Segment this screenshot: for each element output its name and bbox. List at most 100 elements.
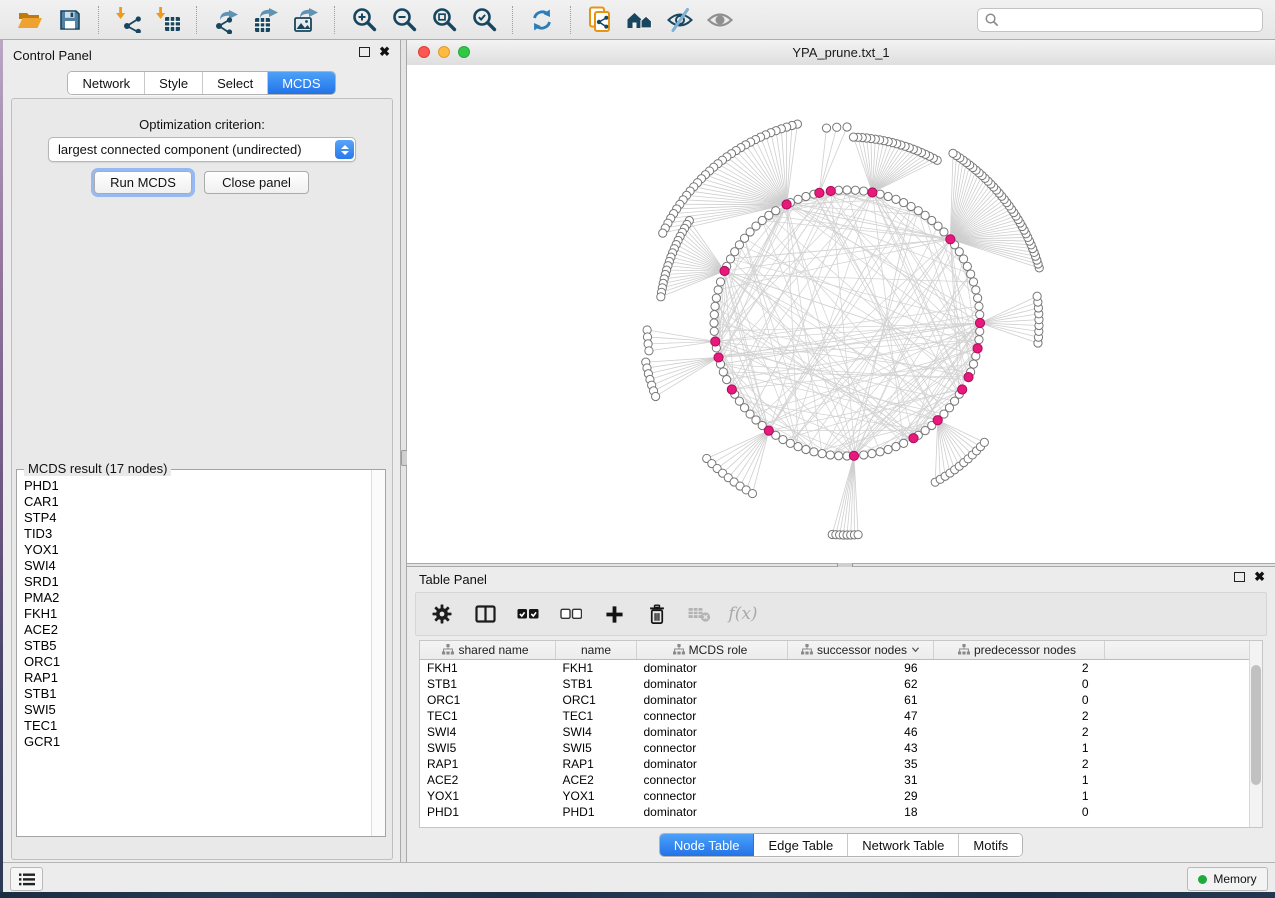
scrollbar-thumb[interactable] <box>1251 665 1261 785</box>
column-header[interactable]: shared name <box>420 641 556 660</box>
mcds-node[interactable] <box>826 186 835 195</box>
table-row[interactable]: PHD1PHD1dominator180 <box>420 804 1262 820</box>
export-network-button[interactable] <box>211 5 241 35</box>
tab-select[interactable]: Select <box>203 72 268 94</box>
table-row[interactable]: STB1STB1dominator620 <box>420 676 1262 692</box>
table-row[interactable]: SWI4SWI4dominator462 <box>420 724 1262 740</box>
column-header[interactable]: predecessor nodes <box>934 641 1105 660</box>
split-columns-button[interactable] <box>473 602 497 626</box>
float-panel-icon[interactable] <box>359 47 370 57</box>
list-item[interactable]: FKH1 <box>17 606 372 622</box>
float-panel-icon[interactable] <box>1234 572 1245 582</box>
mcds-node[interactable] <box>764 426 773 435</box>
list-item[interactable]: YOX1 <box>17 542 372 558</box>
mcds-node[interactable] <box>946 235 955 244</box>
close-panel-button[interactable]: Close panel <box>204 171 309 194</box>
zoom-out-button[interactable] <box>389 5 419 35</box>
tab-network-table[interactable]: Network Table <box>848 834 959 856</box>
export-table-button[interactable] <box>251 5 281 35</box>
mcds-list-scrollbar[interactable] <box>371 470 385 836</box>
table-settings-button[interactable] <box>430 602 454 626</box>
search-input[interactable] <box>1004 12 1256 28</box>
column-header[interactable]: successor nodes <box>788 641 934 660</box>
mcds-node[interactable] <box>714 353 723 362</box>
export-image-button[interactable] <box>291 5 321 35</box>
close-panel-icon[interactable]: ✖ <box>1254 572 1265 582</box>
mcds-node[interactable] <box>958 385 967 394</box>
mcds-result-list[interactable]: PHD1CAR1STP4TID3YOX1SWI4SRD1PMA2FKH1ACE2… <box>17 478 372 836</box>
list-item[interactable]: GCR1 <box>17 734 372 750</box>
vertical-splitter[interactable] <box>400 40 407 862</box>
network-window-titlebar[interactable]: YPA_prune.txt_1 <box>407 40 1275 66</box>
mcds-node[interactable] <box>964 372 973 381</box>
import-network-button[interactable] <box>113 5 143 35</box>
close-panel-icon[interactable]: ✖ <box>379 47 390 57</box>
zoom-in-button[interactable] <box>349 5 379 35</box>
refresh-view-button[interactable] <box>527 5 557 35</box>
table-row[interactable]: TEC1TEC1connector472 <box>420 708 1262 724</box>
table-row[interactable]: SWI5SWI5connector431 <box>420 740 1262 756</box>
mcds-node[interactable] <box>720 266 729 275</box>
list-item[interactable]: SRD1 <box>17 574 372 590</box>
deselect-all-button[interactable] <box>559 602 583 626</box>
delete-table-button[interactable] <box>688 602 712 626</box>
mcds-node[interactable] <box>815 188 824 197</box>
memory-button[interactable]: Memory <box>1187 867 1268 891</box>
tab-network[interactable]: Network <box>68 72 145 94</box>
mcds-node[interactable] <box>973 344 982 353</box>
optimization-criterion-select[interactable]: largest connected component (undirected) <box>48 137 356 162</box>
list-item[interactable]: ACE2 <box>17 622 372 638</box>
table-scrollbar[interactable] <box>1249 641 1262 827</box>
task-history-button[interactable] <box>10 867 43 891</box>
zoom-fit-button[interactable] <box>429 5 459 35</box>
list-item[interactable]: PMA2 <box>17 590 372 606</box>
run-mcds-button[interactable]: Run MCDS <box>94 171 192 194</box>
table-row[interactable]: ORC1ORC1dominator610 <box>420 692 1262 708</box>
delete-column-button[interactable] <box>645 602 669 626</box>
network-canvas[interactable] <box>407 65 1275 563</box>
column-header[interactable]: MCDS role <box>637 641 788 660</box>
save-session-button[interactable] <box>55 5 85 35</box>
select-all-button[interactable] <box>516 602 540 626</box>
network-from-document-button[interactable] <box>585 5 615 35</box>
open-file-button[interactable] <box>15 5 45 35</box>
home-button[interactable] <box>625 5 655 35</box>
list-item[interactable]: ORC1 <box>17 654 372 670</box>
hide-selected-button[interactable] <box>665 5 695 35</box>
table-row[interactable]: ACE2ACE2connector311 <box>420 772 1262 788</box>
table-row[interactable]: FKH1FKH1dominator962 <box>420 660 1262 677</box>
tab-mcds[interactable]: MCDS <box>268 72 334 94</box>
list-item[interactable]: SWI4 <box>17 558 372 574</box>
tab-motifs[interactable]: Motifs <box>959 834 1022 856</box>
import-table-button[interactable] <box>153 5 183 35</box>
column-header[interactable]: name <box>556 641 637 660</box>
mcds-node[interactable] <box>782 200 791 209</box>
search-field[interactable] <box>977 8 1263 32</box>
function-builder-button[interactable]: f(x) <box>731 602 755 626</box>
list-item[interactable]: STP4 <box>17 510 372 526</box>
network-graph[interactable] <box>407 65 1275 563</box>
list-item[interactable]: CAR1 <box>17 494 372 510</box>
list-item[interactable]: SWI5 <box>17 702 372 718</box>
list-item[interactable]: STB5 <box>17 638 372 654</box>
tab-node-table[interactable]: Node Table <box>660 834 755 856</box>
mcds-node[interactable] <box>933 416 942 425</box>
tab-style[interactable]: Style <box>145 72 203 94</box>
add-column-button[interactable] <box>602 602 626 626</box>
mcds-node[interactable] <box>975 318 984 327</box>
zoom-selected-button[interactable] <box>469 5 499 35</box>
list-item[interactable]: STB1 <box>17 686 372 702</box>
mcds-node[interactable] <box>849 451 858 460</box>
mcds-node[interactable] <box>909 434 918 443</box>
mcds-node[interactable] <box>868 188 877 197</box>
list-item[interactable]: TEC1 <box>17 718 372 734</box>
list-item[interactable]: TID3 <box>17 526 372 542</box>
mcds-node[interactable] <box>727 385 736 394</box>
tab-edge-table[interactable]: Edge Table <box>754 834 848 856</box>
list-item[interactable]: RAP1 <box>17 670 372 686</box>
mcds-node[interactable] <box>711 337 720 346</box>
table-row[interactable]: RAP1RAP1dominator352 <box>420 756 1262 772</box>
list-item[interactable]: PHD1 <box>17 478 372 494</box>
table-row[interactable]: YOX1YOX1connector291 <box>420 788 1262 804</box>
show-all-button[interactable] <box>705 5 735 35</box>
